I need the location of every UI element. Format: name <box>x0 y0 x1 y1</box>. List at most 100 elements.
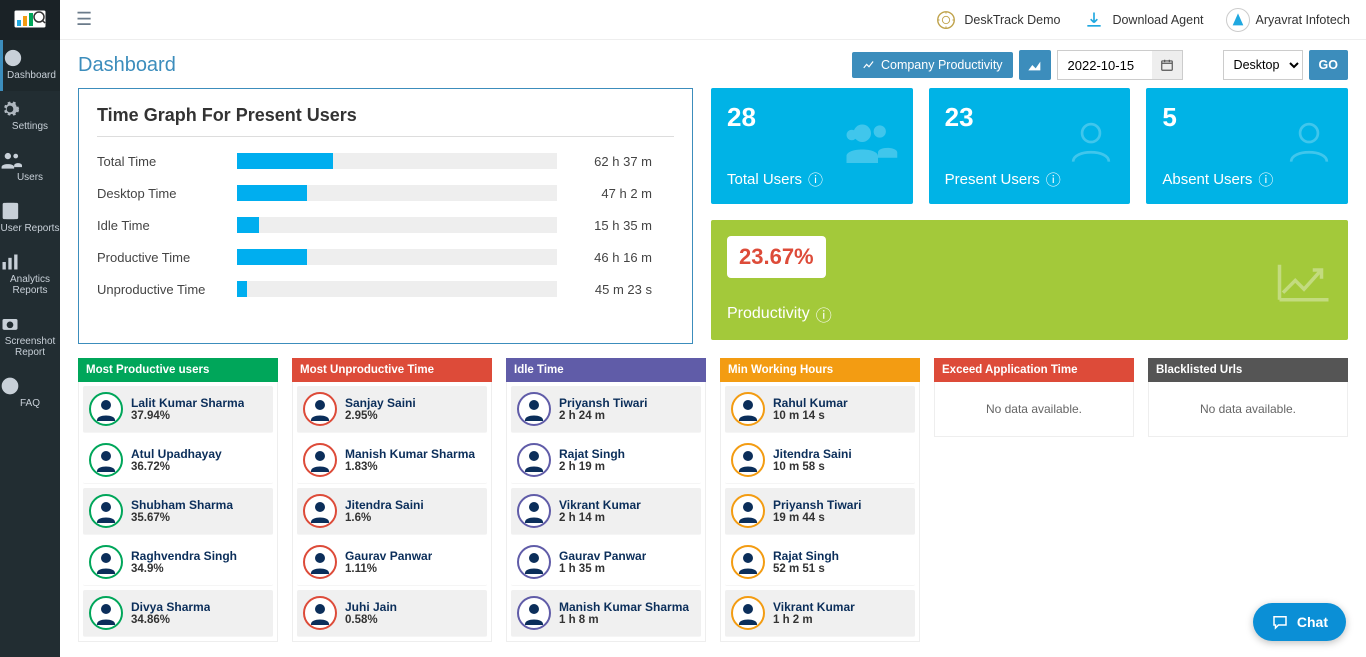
user-row[interactable]: Manish Kumar Sharma1.83% <box>297 437 487 484</box>
chat-widget[interactable]: Chat <box>1253 603 1346 641</box>
user-name: Atul Upadhayay <box>131 447 222 461</box>
demo-icon <box>934 8 958 32</box>
user-row[interactable]: Jitendra Saini1.6% <box>297 488 487 535</box>
metric-value: 15 h 35 m <box>557 218 652 233</box>
user-row[interactable]: Shubham Sharma35.67% <box>83 488 273 535</box>
info-icon[interactable]: ⓘ <box>808 169 823 190</box>
user-value: 2 h 24 m <box>559 410 647 422</box>
date-input[interactable] <box>1058 51 1152 79</box>
total-users-card[interactable]: 28 Total Usersⓘ <box>711 88 913 204</box>
avatar <box>517 596 551 630</box>
date-picker[interactable] <box>1057 50 1183 80</box>
user-value: 1 h 2 m <box>773 614 855 626</box>
nav-users[interactable]: Users <box>0 142 60 193</box>
user-row[interactable]: Manish Kumar Sharma1 h 8 m <box>511 590 701 637</box>
nav-label: Screenshot <box>0 336 60 347</box>
card-exceed-application-time: Exceed Application TimeNo data available… <box>934 358 1134 642</box>
avatar <box>731 494 765 528</box>
user-value: 1 h 8 m <box>559 614 689 626</box>
app-logo <box>0 0 60 40</box>
info-icon[interactable]: ⓘ <box>1258 169 1273 190</box>
user-row[interactable]: Gaurav Panwar1 h 35 m <box>511 539 701 586</box>
menu-toggle-icon[interactable]: ☰ <box>76 9 92 30</box>
card-body: Priyansh Tiwari2 h 24 mRajat Singh2 h 19… <box>506 382 706 642</box>
download-agent-link[interactable]: Download Agent <box>1082 8 1203 32</box>
nav-analytics[interactable]: AnalyticsReports <box>0 244 60 306</box>
user-row[interactable]: Atul Upadhayay36.72% <box>83 437 273 484</box>
user-row[interactable]: Vikrant Kumar1 h 2 m <box>725 590 915 637</box>
user-row[interactable]: Rajat Singh2 h 19 m <box>511 437 701 484</box>
page-title: Dashboard <box>78 54 176 77</box>
avatar <box>89 545 123 579</box>
nav-settings[interactable]: Settings <box>0 91 60 142</box>
time-graph-row: Desktop Time47 h 2 m <box>97 185 674 201</box>
user-row[interactable]: Juhi Jain0.58% <box>297 590 487 637</box>
download-icon <box>1082 8 1106 32</box>
trend-up-icon <box>1276 260 1332 304</box>
info-icon[interactable]: ⓘ <box>816 302 832 326</box>
absent-users-card[interactable]: 5 Absent Usersⓘ <box>1146 88 1348 204</box>
bar-fill <box>237 249 307 265</box>
metric-value: 45 m 23 s <box>557 282 652 297</box>
avatar <box>731 596 765 630</box>
demo-label: DeskTrack Demo <box>964 13 1060 27</box>
user-row[interactable]: Gaurav Panwar1.11% <box>297 539 487 586</box>
bar-fill <box>237 153 333 169</box>
chart-type-button[interactable] <box>1019 50 1051 80</box>
bar-track <box>237 185 557 201</box>
user-name: Rahul Kumar <box>773 396 848 410</box>
time-graph-row: Idle Time15 h 35 m <box>97 217 674 233</box>
nav-user-reports[interactable]: User Reports <box>0 193 60 244</box>
user-row[interactable]: Sanjay Saini2.95% <box>297 386 487 433</box>
user-name: Raghvendra Singh <box>131 549 237 563</box>
user-value: 35.67% <box>131 512 233 524</box>
time-graph-panel: Time Graph For Present Users Total Time6… <box>78 88 693 344</box>
user-row[interactable]: Divya Sharma34.86% <box>83 590 273 637</box>
time-graph-row: Productive Time46 h 16 m <box>97 249 674 265</box>
user-value: 0.58% <box>345 614 397 626</box>
user-row[interactable]: Rajat Singh52 m 51 s <box>725 539 915 586</box>
page-header: Dashboard Company Productivity Desktop G… <box>78 50 1348 80</box>
present-users-label: Present Users <box>945 171 1040 188</box>
demo-link[interactable]: DeskTrack Demo <box>934 8 1060 32</box>
user-value: 10 m 14 s <box>773 410 848 422</box>
productivity-value: 23.67% <box>727 236 826 278</box>
time-graph-row: Unproductive Time45 m 23 s <box>97 281 674 297</box>
nav-screenshot[interactable]: ScreenshotReport <box>0 306 60 368</box>
nav-faq[interactable]: FAQ <box>0 368 60 419</box>
productivity-card[interactable]: 23.67% Productivityⓘ <box>711 220 1348 340</box>
nav-dashboard[interactable]: Dashboard <box>0 40 60 91</box>
user-name: Divya Sharma <box>131 600 210 614</box>
user-value: 19 m 44 s <box>773 512 861 524</box>
user-name: Rajat Singh <box>773 549 839 563</box>
card-title: Most Unproductive Time <box>292 358 492 382</box>
user-row[interactable]: Raghvendra Singh34.9% <box>83 539 273 586</box>
user-value: 1.11% <box>345 563 432 575</box>
user-name: Vikrant Kumar <box>559 498 641 512</box>
users-icon <box>843 117 899 167</box>
topbar: ☰ DeskTrack Demo Download Agent Aryavrat… <box>60 0 1366 40</box>
user-row[interactable]: Priyansh Tiwari2 h 24 m <box>511 386 701 433</box>
company-avatar-icon <box>1226 8 1250 32</box>
nav-label: Report <box>0 347 60 358</box>
present-users-card[interactable]: 23 Present Usersⓘ <box>929 88 1131 204</box>
avatar <box>89 392 123 426</box>
user-row[interactable]: Rahul Kumar10 m 14 s <box>725 386 915 433</box>
calendar-icon[interactable] <box>1152 51 1182 79</box>
bar-track <box>237 249 557 265</box>
user-row[interactable]: Lalit Kumar Sharma37.94% <box>83 386 273 433</box>
user-value: 1.6% <box>345 512 424 524</box>
user-row[interactable]: Jitendra Saini10 m 58 s <box>725 437 915 484</box>
user-name: Shubham Sharma <box>131 498 233 512</box>
bar-fill <box>237 185 307 201</box>
company-productivity-button[interactable]: Company Productivity <box>852 52 1013 78</box>
company-link[interactable]: Aryavrat Infotech <box>1226 8 1351 32</box>
user-value: 52 m 51 s <box>773 563 839 575</box>
go-button[interactable]: GO <box>1309 50 1348 80</box>
user-row[interactable]: Vikrant Kumar2 h 14 m <box>511 488 701 535</box>
user-row[interactable]: Priyansh Tiwari19 m 44 s <box>725 488 915 535</box>
avatar <box>303 443 337 477</box>
user-name: Manish Kumar Sharma <box>345 447 475 461</box>
info-icon[interactable]: ⓘ <box>1046 169 1061 190</box>
view-select[interactable]: Desktop <box>1223 50 1303 80</box>
